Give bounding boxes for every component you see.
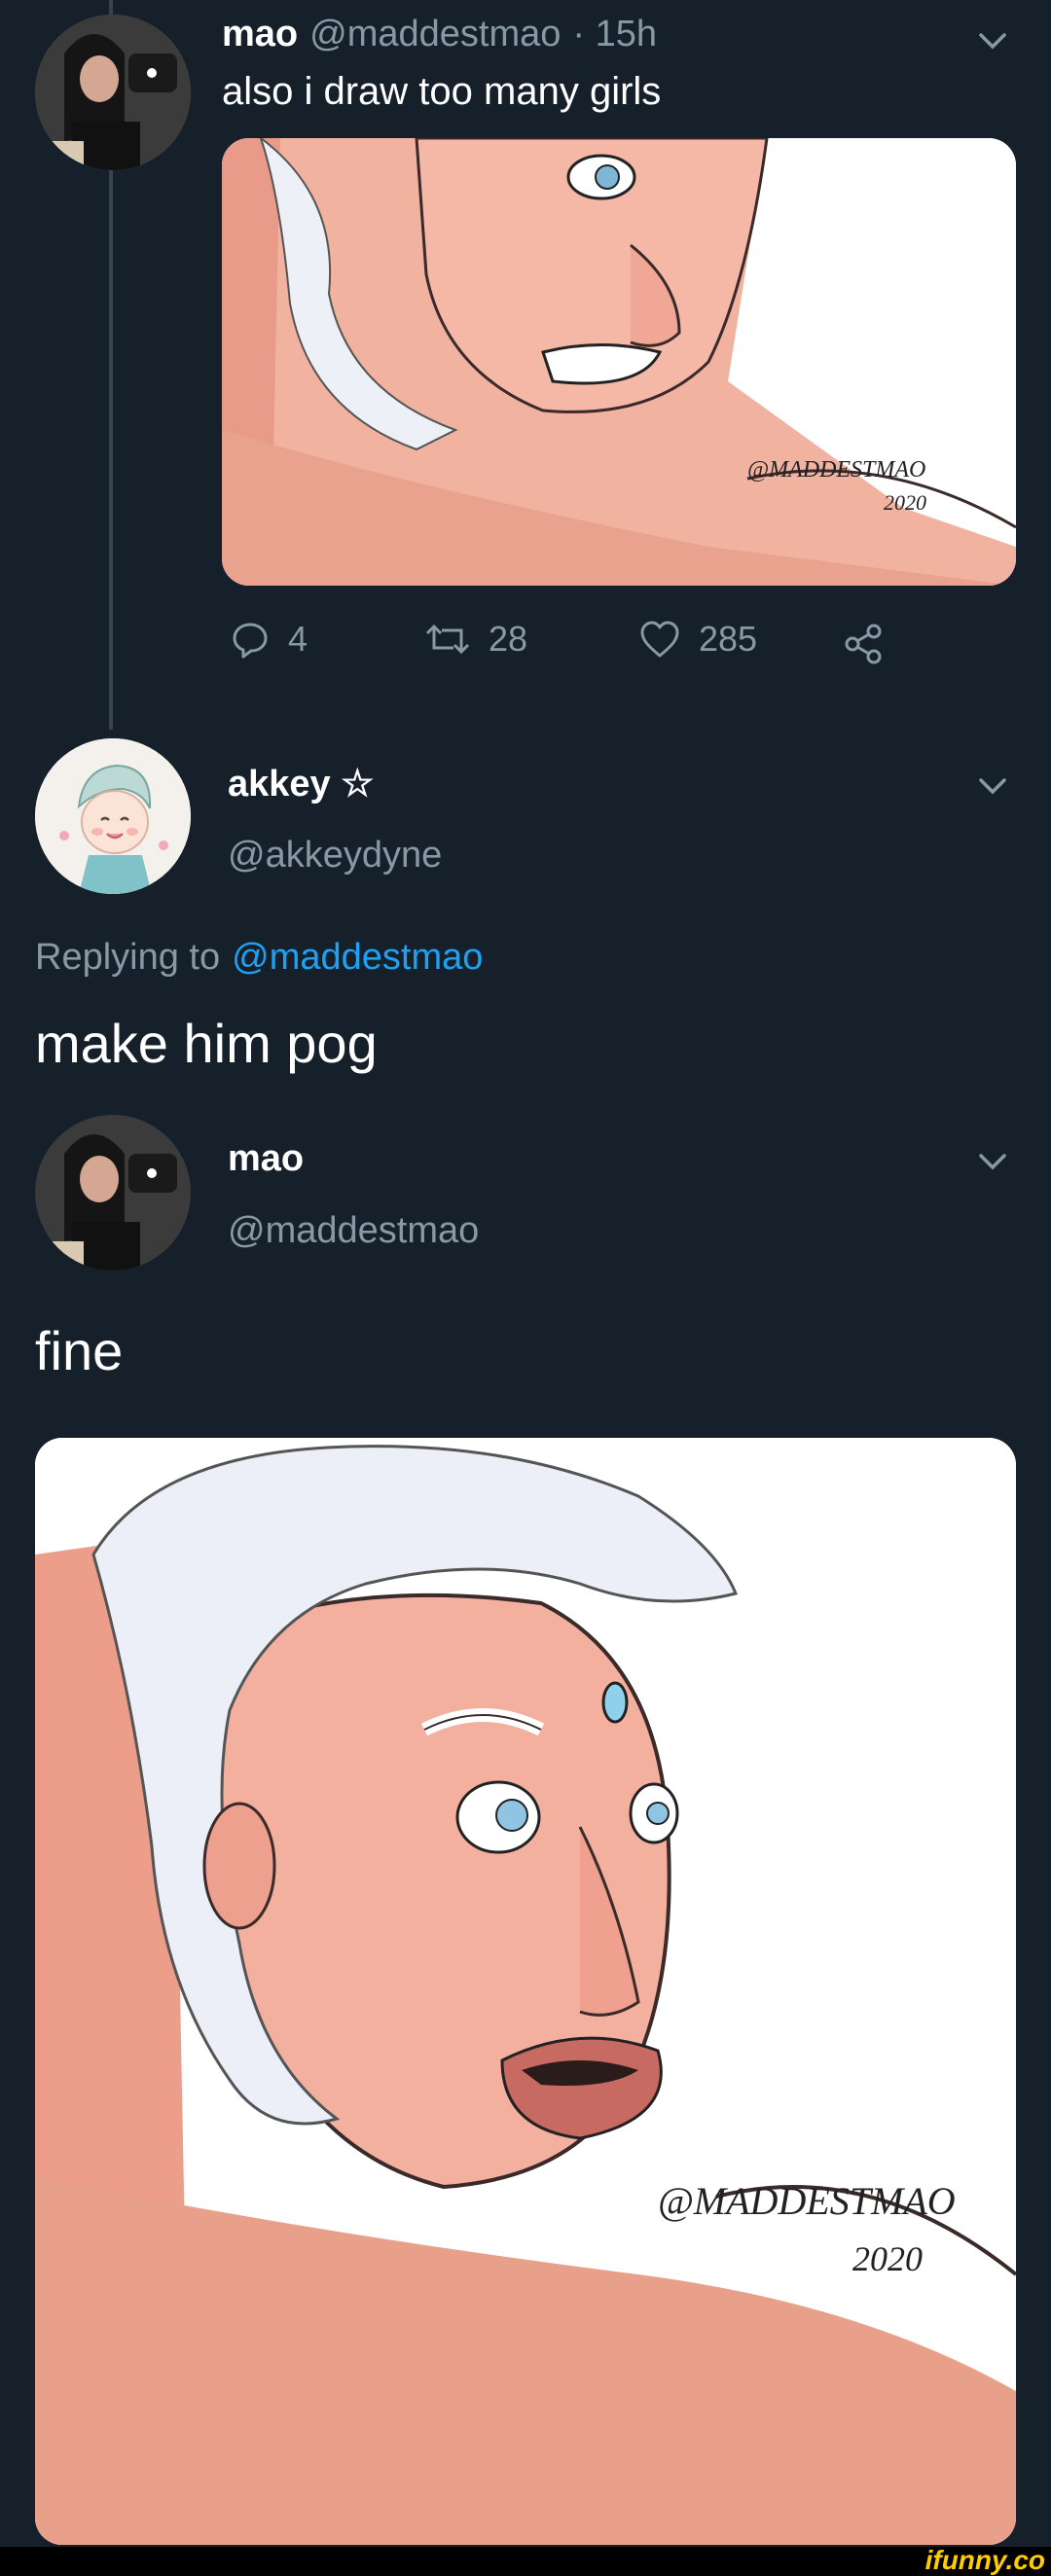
avatar-mao[interactable] — [35, 15, 191, 170]
reply-action[interactable]: 4 — [230, 619, 308, 660]
tweet1-display-name[interactable]: mao — [222, 14, 298, 55]
reply2-media-image[interactable]: @MADDESTMAO 2020 — [35, 1438, 1016, 2545]
heart-icon — [640, 621, 679, 658]
like-action[interactable]: 285 — [638, 619, 757, 660]
share-icon[interactable] — [843, 623, 886, 665]
tweet1-image-signature-year: 2020 — [884, 490, 926, 515]
tweet1-image-signature: @MADDESTMAO — [747, 457, 925, 483]
reply1-display-name[interactable]: akkey ☆ — [228, 762, 374, 805]
avatar-akkey[interactable] — [35, 738, 191, 894]
reply2-image-signature-year: 2020 — [852, 2239, 923, 2278]
reply2-image-signature: @MADDESTMAO — [658, 2179, 956, 2223]
replying-to-label: Replying to — [35, 937, 221, 978]
chevron-down-icon[interactable] — [973, 21, 1012, 60]
avatar-mao[interactable] — [35, 1115, 191, 1270]
reply1-text: make him pog — [35, 1013, 378, 1074]
retweet-icon — [425, 624, 470, 655]
chevron-down-icon[interactable] — [973, 767, 1012, 805]
retweet-count: 28 — [489, 619, 528, 659]
replying-to-link[interactable]: @maddestmao — [232, 937, 483, 979]
reply2-display-name[interactable]: mao — [228, 1138, 304, 1180]
reply1-handle[interactable]: @akkeydyne — [228, 835, 442, 877]
reply-icon — [233, 623, 268, 659]
like-count: 285 — [699, 619, 758, 659]
chevron-down-icon[interactable] — [973, 1142, 1012, 1181]
tweet1-handle[interactable]: @maddestmao — [309, 14, 561, 55]
watermark-bar — [0, 2547, 1051, 2576]
tweet1-text: also i draw too many girls — [222, 70, 662, 113]
retweet-action[interactable]: 28 — [424, 619, 527, 660]
tweet1-time[interactable]: · 15h — [572, 14, 657, 55]
reply2-handle[interactable]: @maddestmao — [228, 1210, 479, 1252]
tweet1-media-image[interactable]: @MADDESTMAO 2020 — [222, 138, 1016, 586]
reply2-text: fine — [35, 1320, 124, 1381]
ifunny-watermark: ifunny.co — [924, 2545, 1045, 2575]
reply-count: 4 — [288, 619, 308, 659]
